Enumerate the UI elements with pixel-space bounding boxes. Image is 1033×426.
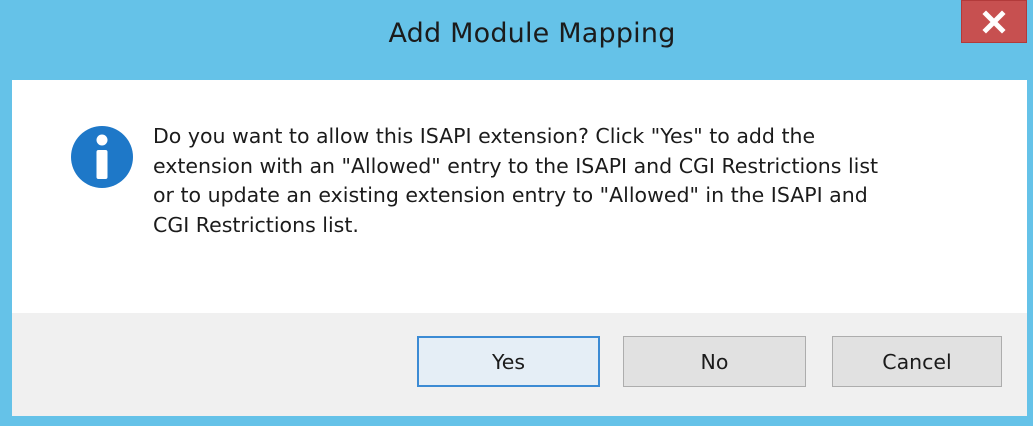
dialog-window: Add Module Mapping Do you want to allow … — [0, 0, 1033, 426]
close-button[interactable] — [961, 0, 1027, 43]
window-frame-bottom — [0, 416, 1033, 426]
window-frame-left — [0, 0, 12, 426]
no-button[interactable]: No — [623, 336, 806, 387]
dialog-title: Add Module Mapping — [388, 18, 676, 49]
yes-button[interactable]: Yes — [417, 336, 600, 387]
info-icon — [71, 126, 133, 188]
window-frame-right — [1027, 0, 1033, 426]
dialog-message: Do you want to allow this ISAPI extensio… — [153, 124, 879, 237]
title-bar[interactable]: Add Module Mapping — [12, 0, 1027, 80]
button-bar: Yes No Cancel — [12, 313, 1027, 416]
dialog-content: Do you want to allow this ISAPI extensio… — [12, 80, 1027, 313]
cancel-button[interactable]: Cancel — [832, 336, 1002, 387]
close-icon — [982, 9, 1006, 34]
